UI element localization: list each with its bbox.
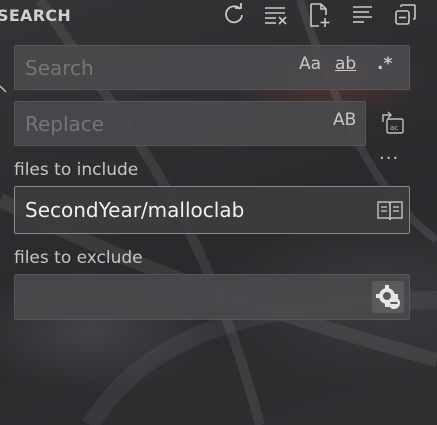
search-input[interactable]: [25, 46, 285, 89]
collapse-all-icon[interactable]: [393, 2, 419, 28]
files-to-include-input[interactable]: [25, 187, 325, 233]
files-to-exclude-input[interactable]: [25, 275, 285, 319]
view-as-tree-icon[interactable]: [350, 2, 376, 28]
new-search-editor-icon[interactable]: [306, 2, 332, 28]
files-to-include-label: files to include: [14, 160, 139, 180]
files-to-exclude-label: files to exclude: [14, 248, 143, 268]
use-exclude-settings-gear-icon[interactable]: [372, 281, 404, 313]
replace-field: AB: [14, 101, 366, 146]
preserve-case-toggle[interactable]: AB: [333, 110, 356, 130]
match-case-toggle[interactable]: Aa: [299, 54, 321, 74]
clear-results-icon[interactable]: [263, 2, 289, 28]
files-to-include-field: [14, 186, 410, 234]
svg-text:ac: ac: [390, 124, 398, 132]
search-field: Aa ab .*: [14, 45, 410, 90]
replace-input[interactable]: [25, 102, 285, 145]
more-options-button[interactable]: ...: [379, 143, 399, 164]
use-regex-toggle[interactable]: .*: [377, 54, 392, 74]
only-open-editors-book-icon[interactable]: [376, 196, 404, 224]
search-header: SEARCH: [0, 0, 437, 30]
toggle-replace-chevron-icon[interactable]: [0, 80, 10, 100]
match-whole-word-toggle[interactable]: ab: [335, 54, 356, 74]
files-to-exclude-field: [14, 274, 410, 320]
replace-all-icon[interactable]: ac: [379, 108, 407, 136]
refresh-icon[interactable]: [221, 2, 247, 28]
panel-title: SEARCH: [0, 6, 72, 25]
